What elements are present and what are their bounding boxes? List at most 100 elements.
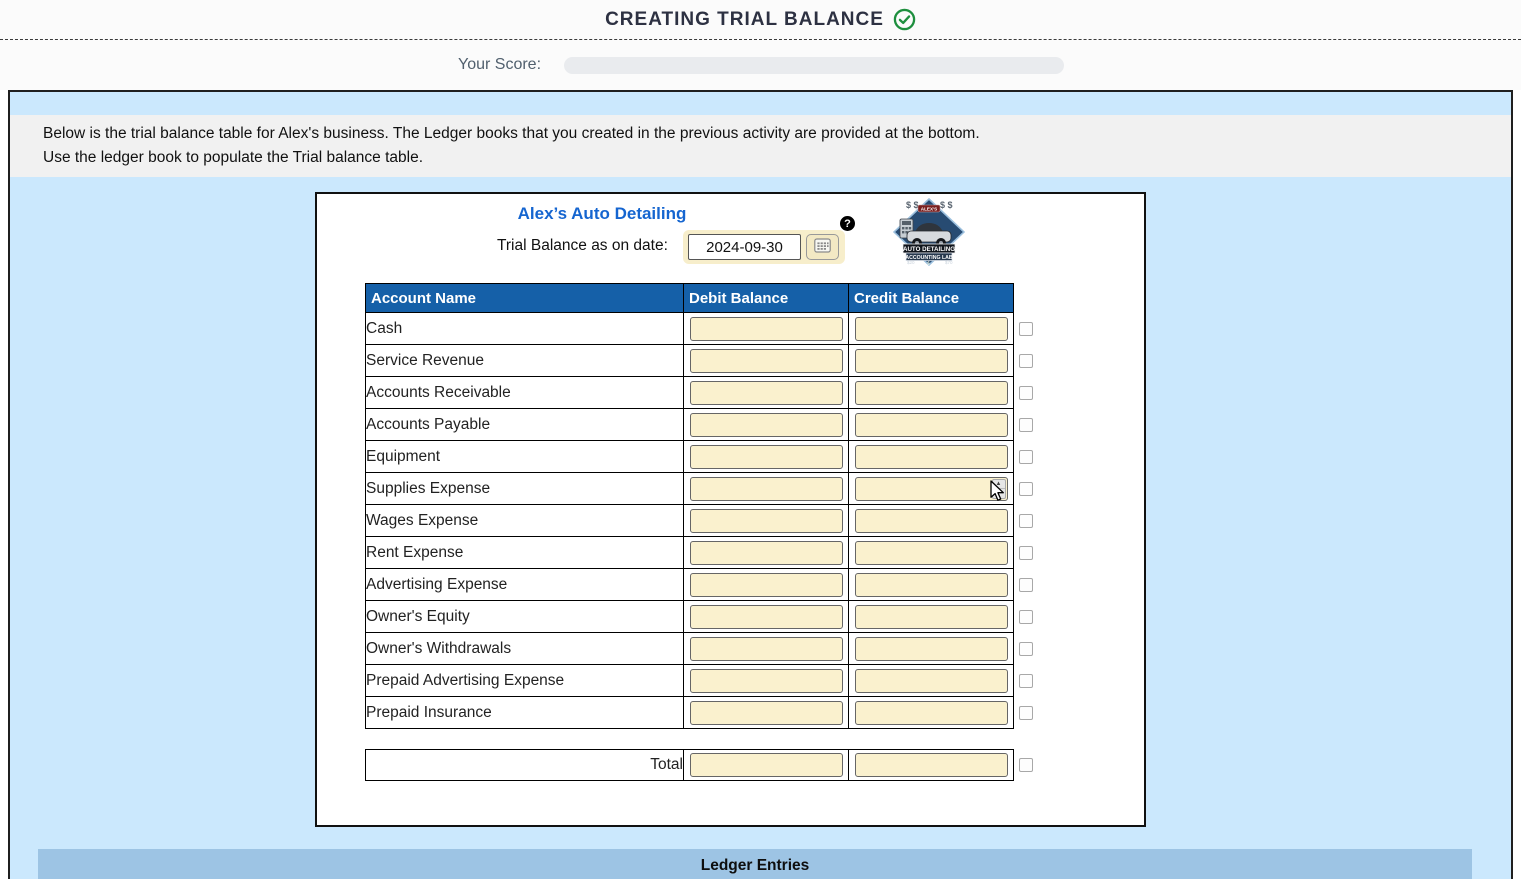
row-checkbox[interactable] (1019, 706, 1033, 720)
account-name-cell: Owner's Equity (366, 601, 684, 633)
debit-balance-cell (684, 313, 849, 345)
calendar-button[interactable] (806, 234, 839, 260)
help-icon[interactable]: ? (840, 216, 855, 231)
checkbox-slot (1019, 569, 1033, 601)
debit-balance-input[interactable] (690, 701, 843, 725)
account-name-cell: Accounts Payable (366, 409, 684, 441)
row-checkbox[interactable] (1019, 514, 1033, 528)
account-name-cell: Prepaid Insurance (366, 697, 684, 729)
debit-balance-input[interactable] (690, 349, 843, 373)
credit-balance-cell (849, 665, 1014, 697)
row-checkbox[interactable] (1019, 578, 1033, 592)
row-checkbox-column (1019, 283, 1033, 729)
row-checkbox[interactable] (1019, 674, 1033, 688)
account-name-cell: Service Revenue (366, 345, 684, 377)
spinner-down-icon[interactable]: ▼ (993, 489, 1005, 498)
credit-balance-input[interactable] (855, 381, 1008, 405)
table-row: Accounts Payable (366, 409, 1014, 441)
account-name-cell: Prepaid Advertising Expense (366, 665, 684, 697)
row-checkbox[interactable] (1019, 642, 1033, 656)
debit-balance-cell (684, 441, 849, 473)
credit-balance-input[interactable] (855, 669, 1008, 693)
score-progress-bar (564, 57, 1064, 74)
debit-balance-input[interactable] (690, 637, 843, 661)
score-label: Your Score: (458, 56, 541, 74)
row-checkbox[interactable] (1019, 418, 1033, 432)
debit-balance-input[interactable] (690, 477, 843, 501)
completed-check-icon (893, 8, 916, 31)
debit-balance-input[interactable] (690, 317, 843, 341)
debit-balance-input[interactable] (690, 509, 843, 533)
business-name: Alex’s Auto Detailing (317, 204, 887, 224)
debit-balance-input[interactable] (690, 381, 843, 405)
table-row: Rent Expense (366, 537, 1014, 569)
svg-text:$20: $20 (907, 260, 915, 265)
checkbox-slot (1019, 409, 1033, 441)
debit-balance-input[interactable] (690, 573, 843, 597)
credit-balance-input[interactable] (855, 637, 1008, 661)
date-label: Trial Balance as on date: (497, 237, 668, 255)
debit-balance-cell (684, 665, 849, 697)
row-checkbox[interactable] (1019, 450, 1033, 464)
ledger-entries-header: Ledger Entries (38, 849, 1472, 879)
credit-balance-input[interactable] (855, 541, 1008, 565)
credit-balance-input[interactable] (855, 477, 1008, 501)
credit-balance-input[interactable] (855, 413, 1008, 437)
table-row: Service Revenue (366, 345, 1014, 377)
total-row-checkbox[interactable] (1019, 758, 1033, 772)
checkbox-slot (1019, 633, 1033, 665)
debit-balance-input[interactable] (690, 413, 843, 437)
row-checkbox[interactable] (1019, 482, 1033, 496)
table-row: Supplies Expense▲▼ (366, 473, 1014, 505)
debit-balance-input[interactable] (690, 605, 843, 629)
debit-balance-cell (684, 697, 849, 729)
credit-balance-cell: ▲▼ (849, 473, 1014, 505)
debit-balance-cell (684, 473, 849, 505)
credit-balance-input[interactable] (855, 701, 1008, 725)
spinner-up-icon[interactable]: ▲ (993, 480, 1005, 490)
table-row: Advertising Expense (366, 569, 1014, 601)
credit-balance-cell (849, 537, 1014, 569)
trial-balance-table: Account Name Debit Balance Credit Balanc… (365, 283, 1014, 729)
row-checkbox[interactable] (1019, 322, 1033, 336)
date-input[interactable] (688, 234, 801, 260)
row-checkbox[interactable] (1019, 610, 1033, 624)
svg-text:$ $: $ $ (906, 200, 919, 210)
table-row: Accounts Receivable (366, 377, 1014, 409)
credit-balance-input[interactable] (855, 573, 1008, 597)
credit-balance-cell (849, 569, 1014, 601)
account-name-cell: Wages Expense (366, 505, 684, 537)
account-name-cell: Cash (366, 313, 684, 345)
number-spinner[interactable]: ▲▼ (992, 479, 1006, 499)
debit-balance-input[interactable] (690, 445, 843, 469)
credit-balance-cell (849, 313, 1014, 345)
account-name-cell: Advertising Expense (366, 569, 684, 601)
credit-balance-cell (849, 409, 1014, 441)
ledger-entries-title: Ledger Entries (701, 857, 810, 875)
total-debit-input[interactable] (690, 753, 843, 777)
checkbox-slot (1019, 601, 1033, 633)
checkbox-slot (1019, 505, 1033, 537)
row-checkbox[interactable] (1019, 546, 1033, 560)
credit-balance-input[interactable] (855, 605, 1008, 629)
credit-balance-cell (849, 441, 1014, 473)
debit-balance-input[interactable] (690, 541, 843, 565)
checkbox-slot (1019, 345, 1033, 377)
calendar-icon (814, 238, 831, 256)
activity-container: Below is the trial balance table for Ale… (8, 90, 1513, 879)
debit-balance-cell (684, 505, 849, 537)
row-checkbox[interactable] (1019, 354, 1033, 368)
debit-balance-cell (684, 601, 849, 633)
credit-balance-input[interactable] (855, 445, 1008, 469)
checkbox-slot (1019, 473, 1033, 505)
debit-balance-input[interactable] (690, 669, 843, 693)
credit-balance-input[interactable] (855, 349, 1008, 373)
credit-balance-input[interactable] (855, 317, 1008, 341)
score-row: Your Score: (0, 40, 1521, 90)
total-row: Total (366, 750, 1014, 781)
row-checkbox[interactable] (1019, 386, 1033, 400)
checkbox-slot (1019, 537, 1033, 569)
total-credit-input[interactable] (855, 753, 1008, 777)
credit-balance-input[interactable] (855, 509, 1008, 533)
card-header: Alex’s Auto Detailing Trial Balance as o… (317, 194, 1144, 283)
